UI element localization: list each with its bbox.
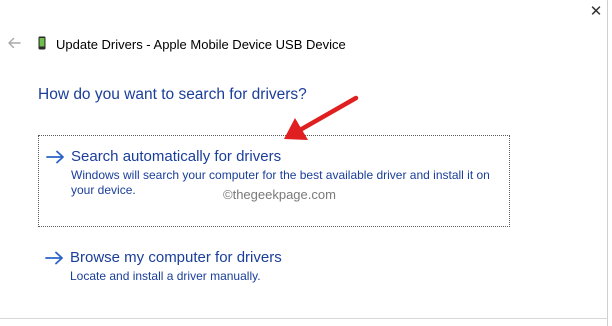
right-arrow-icon <box>45 251 63 265</box>
option-title: Browse my computer for drivers <box>70 249 282 266</box>
red-pointer-arrow <box>284 95 359 140</box>
page-heading: How do you want to search for drivers? <box>38 86 307 103</box>
window-border <box>607 0 608 326</box>
back-button[interactable] <box>5 33 23 53</box>
close-button[interactable]: ✕ <box>586 2 606 22</box>
option-description: Locate and install a driver manually. <box>70 269 261 283</box>
watermark-text: ©thegeekpage.com <box>223 187 336 202</box>
browse-computer-option[interactable]: Browse my computer for drivers Locate an… <box>38 245 508 285</box>
window-divider <box>0 318 608 319</box>
option-title: Search automatically for drivers <box>71 148 282 165</box>
update-drivers-dialog: ✕ Update Drivers - Apple Mobile Device U… <box>0 0 612 326</box>
back-arrow-icon <box>8 37 21 49</box>
window-title: Update Drivers - Apple Mobile Device USB… <box>56 37 346 52</box>
right-arrow-icon <box>46 150 64 164</box>
close-icon: ✕ <box>589 3 603 20</box>
phone-device-icon <box>38 36 46 50</box>
